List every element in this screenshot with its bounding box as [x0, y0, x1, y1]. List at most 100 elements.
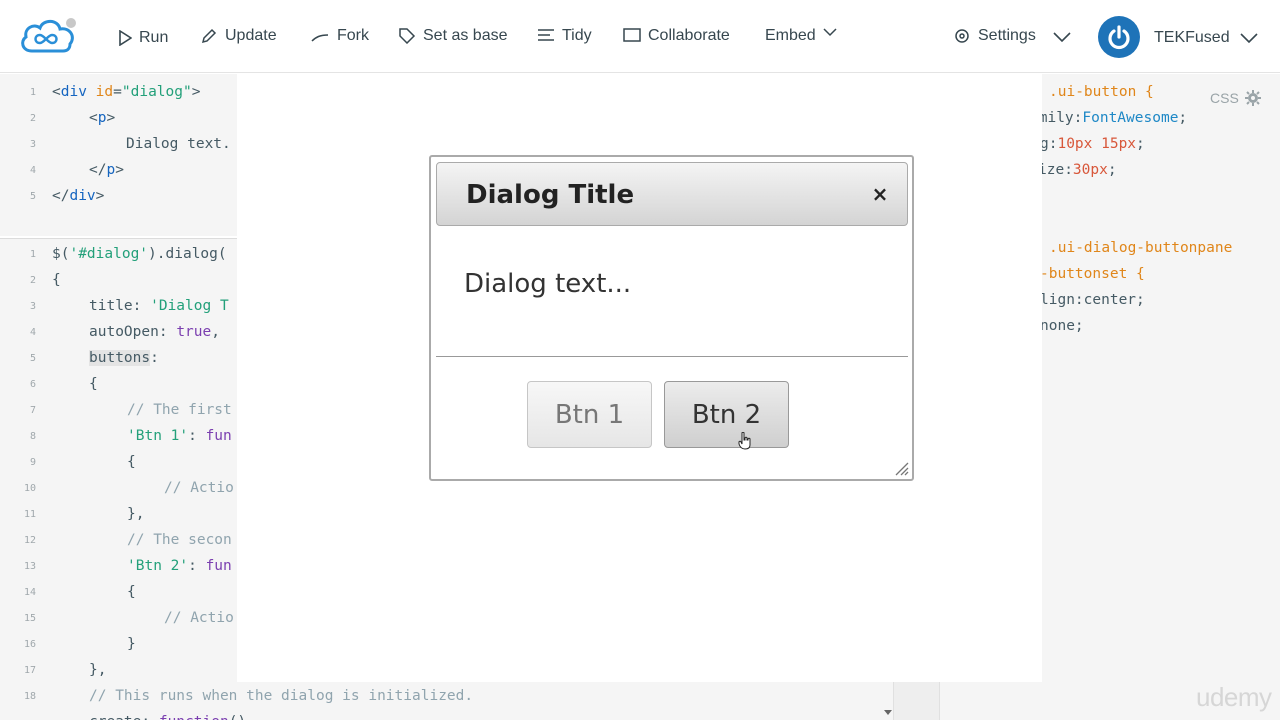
line-number: 5	[29, 191, 36, 202]
gear-icon[interactable]	[1244, 90, 1261, 106]
line-number: 18	[23, 691, 36, 702]
code-comment: // This runs when the dialog is initiali…	[89, 688, 474, 704]
line-number: 5	[29, 353, 36, 364]
css-value: FontAwesome	[1082, 110, 1179, 126]
btn1-key: 'Btn 1'	[127, 428, 189, 444]
code-comment: // The secon	[127, 532, 232, 548]
tag-icon	[399, 28, 416, 44]
line-number: 7	[29, 405, 36, 416]
pencil-icon	[201, 28, 217, 44]
code-line: Dialog text.	[126, 136, 231, 152]
line-number: 4	[29, 327, 36, 338]
embed-dropdown[interactable]: Embed	[765, 26, 837, 44]
code-line: {	[52, 272, 61, 288]
code-comment: // Actio	[164, 480, 234, 496]
code-line: </div>	[52, 188, 105, 204]
fork-label: Fork	[337, 27, 369, 44]
codepen-cloud-logo-icon[interactable]	[18, 15, 80, 57]
resize-handle-icon[interactable]	[893, 460, 909, 476]
code-comment: // Actio	[164, 610, 234, 626]
line-number: 14	[23, 587, 36, 598]
editor-scrollbar[interactable]	[884, 682, 940, 720]
line-number: 1	[29, 249, 36, 260]
lines-icon	[538, 29, 554, 41]
line-number: 2	[29, 113, 36, 124]
settings-label: Settings	[978, 27, 1036, 44]
line-number: 13	[23, 561, 36, 572]
btn2-key: 'Btn 2'	[127, 558, 189, 574]
power-icon	[1108, 25, 1130, 50]
line-number: 3	[29, 301, 36, 312]
settings-chevron-icon[interactable]	[1053, 31, 1071, 43]
update-button[interactable]: Update	[200, 26, 277, 44]
run-label: Run	[139, 29, 169, 46]
btn-2-button[interactable]: Btn 2	[664, 381, 789, 448]
dialog-text: Dialog text...	[464, 269, 632, 299]
css-value: none	[1040, 318, 1075, 334]
line-number: 9	[29, 457, 36, 468]
code-line: {	[127, 454, 136, 470]
udemy-watermark: udemy	[1196, 682, 1272, 712]
line-number: 1	[29, 87, 36, 98]
scroll-down-icon[interactable]	[884, 710, 892, 716]
code-comment: // The first	[127, 402, 232, 418]
tidy-button[interactable]: Tidy	[537, 26, 592, 44]
code-line: .ui-button {	[1049, 79, 1154, 105]
code-line: 'Btn 1': fun	[127, 428, 232, 444]
username: TEKFused	[1154, 29, 1230, 46]
code-line: 'Btn 2': fun	[127, 558, 232, 574]
code-line: {	[127, 584, 136, 600]
close-icon[interactable]: ×	[869, 182, 891, 206]
jquery-ui-dialog: Dialog Title × Dialog text... Btn 1 Btn …	[429, 155, 914, 481]
chevron-down-icon	[823, 28, 837, 37]
line-number: 4	[29, 165, 36, 176]
btn-1-button[interactable]: Btn 1	[527, 381, 652, 448]
dialog-titlebar[interactable]: Dialog Title ×	[436, 162, 908, 226]
avatar[interactable]	[1098, 16, 1140, 58]
embed-label: Embed	[765, 27, 816, 44]
user-menu[interactable]: TEKFused	[1154, 26, 1258, 50]
code-line: g:10px 15px;	[1040, 136, 1145, 152]
css-selector: .ui-button {	[1049, 84, 1154, 100]
fork-icon	[311, 34, 329, 42]
css-pane-header: CSS	[1210, 90, 1261, 106]
code-line: buttons:	[89, 350, 159, 366]
code-line: none;	[1040, 318, 1084, 334]
fork-button[interactable]: Fork	[310, 26, 369, 44]
run-button[interactable]: Run	[118, 26, 168, 50]
code-line: },	[127, 506, 145, 522]
code-line: amily:FontAwesome;	[1030, 110, 1188, 126]
code-line: {	[89, 376, 98, 392]
line-number: 16	[23, 639, 36, 650]
gear-icon	[955, 29, 969, 43]
collaborate-label: Collaborate	[648, 27, 730, 44]
line-number: 11	[23, 509, 36, 520]
hand-cursor-icon	[738, 432, 751, 450]
set-as-base-label: Set as base	[423, 27, 508, 44]
top-toolbar: Run Update Fork Set as base Tidy Collabo…	[0, 0, 1280, 73]
line-number: 10	[23, 483, 36, 494]
code-line: },	[89, 662, 107, 678]
play-icon	[119, 30, 132, 46]
tidy-label: Tidy	[562, 27, 592, 44]
collaborate-button[interactable]: Collaborate	[623, 26, 730, 44]
settings-dropdown[interactable]: Settings	[953, 26, 1036, 44]
code-line: $('#dialog').dialog(	[52, 246, 227, 262]
line-number: 12	[23, 535, 36, 546]
css-value: 10px 15px	[1057, 136, 1137, 152]
code-line: <p>	[89, 110, 116, 126]
collaborate-icon	[623, 28, 641, 42]
line-number: 17	[23, 665, 36, 676]
line-number: 8	[29, 431, 36, 442]
css-pane-label: CSS	[1210, 90, 1239, 106]
set-as-base-button[interactable]: Set as base	[398, 26, 508, 44]
code-line: create: function()	[89, 709, 246, 720]
code-line: }	[127, 636, 136, 652]
code-line: autoOpen: true,	[89, 324, 220, 340]
css-selector: -buttonset {	[1040, 266, 1145, 282]
dialog-title: Dialog Title	[466, 180, 635, 210]
code-line: title: 'Dialog T	[89, 298, 229, 314]
css-selector: .ui-dialog-buttonpane	[1049, 240, 1233, 256]
chevron-down-icon	[1240, 33, 1258, 44]
dialog-buttonpane-divider	[436, 356, 908, 357]
